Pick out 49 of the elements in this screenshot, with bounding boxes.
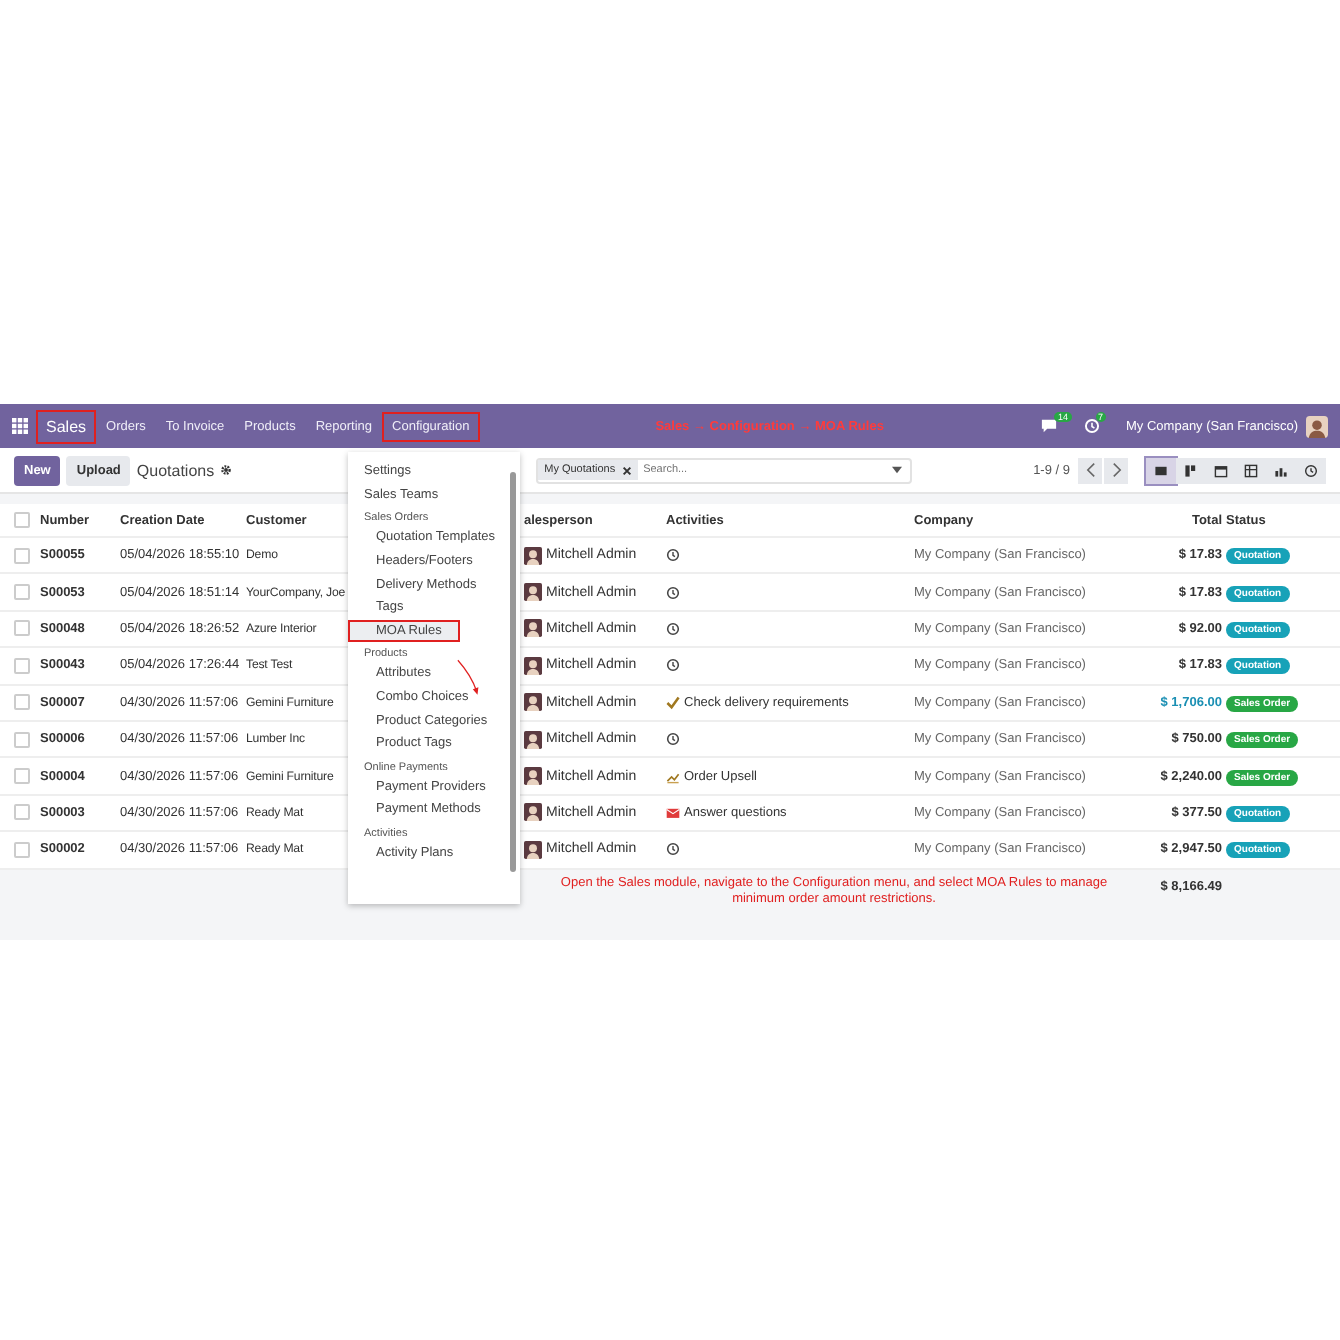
scrollbar[interactable] [510,472,516,872]
close-icon[interactable] [621,465,632,475]
activity-view-button[interactable] [1296,457,1326,483]
row-checkbox[interactable] [14,804,30,821]
row-checkbox[interactable] [14,657,30,674]
clock-icon[interactable] [666,732,680,747]
envelope-icon[interactable] [666,805,680,820]
person-avatar-icon [524,839,542,860]
person-avatar-icon [524,729,542,750]
person-avatar-icon [524,545,542,566]
user-avatar-icon[interactable] [1306,415,1328,437]
next-button[interactable] [1104,457,1128,483]
row-checkbox[interactable] [14,768,30,785]
clock-icon[interactable] [666,658,680,673]
kanban-view-icon [1184,463,1198,477]
caret-icon[interactable] [892,466,903,474]
page-title: Quotations [136,461,215,479]
row-checkbox[interactable] [14,841,30,858]
clock-icon[interactable] [666,548,680,563]
kanban-view-button[interactable] [1176,457,1206,483]
row-checkbox[interactable] [14,584,30,601]
app-grid-icon[interactable] [12,418,28,434]
previous-button[interactable] [1078,457,1102,483]
clock-icon[interactable] [666,585,680,600]
list-view-button[interactable] [1146,457,1176,483]
chevron-left-icon [1085,462,1095,478]
person-avatar-icon [524,618,542,639]
nav-menu-item[interactable]: Sales [36,409,97,443]
list-view-icon [1154,463,1168,477]
person-avatar-icon [524,582,542,603]
trend-chart-icon[interactable] [666,769,680,784]
person-avatar-icon [524,766,542,787]
activity-view-icon [1304,463,1318,477]
row-checkbox[interactable] [14,731,30,748]
person-avatar-icon [524,802,542,823]
clock-icon[interactable] [666,621,680,636]
chevron-right-icon [1111,462,1121,478]
select-all-checkbox[interactable] [14,512,30,528]
row-checkbox[interactable] [14,620,30,637]
row-checkbox[interactable] [14,694,30,711]
row-checkbox[interactable] [14,547,30,564]
graph-view-icon [1274,463,1288,477]
settings-icon[interactable] [220,464,233,476]
person-avatar-icon [524,655,542,676]
calendar-view-icon [1214,463,1228,477]
checkmark-icon[interactable] [666,695,680,710]
person-avatar-icon [524,692,542,713]
clock-icon[interactable] [666,842,680,857]
pivot-view-icon [1244,463,1258,477]
